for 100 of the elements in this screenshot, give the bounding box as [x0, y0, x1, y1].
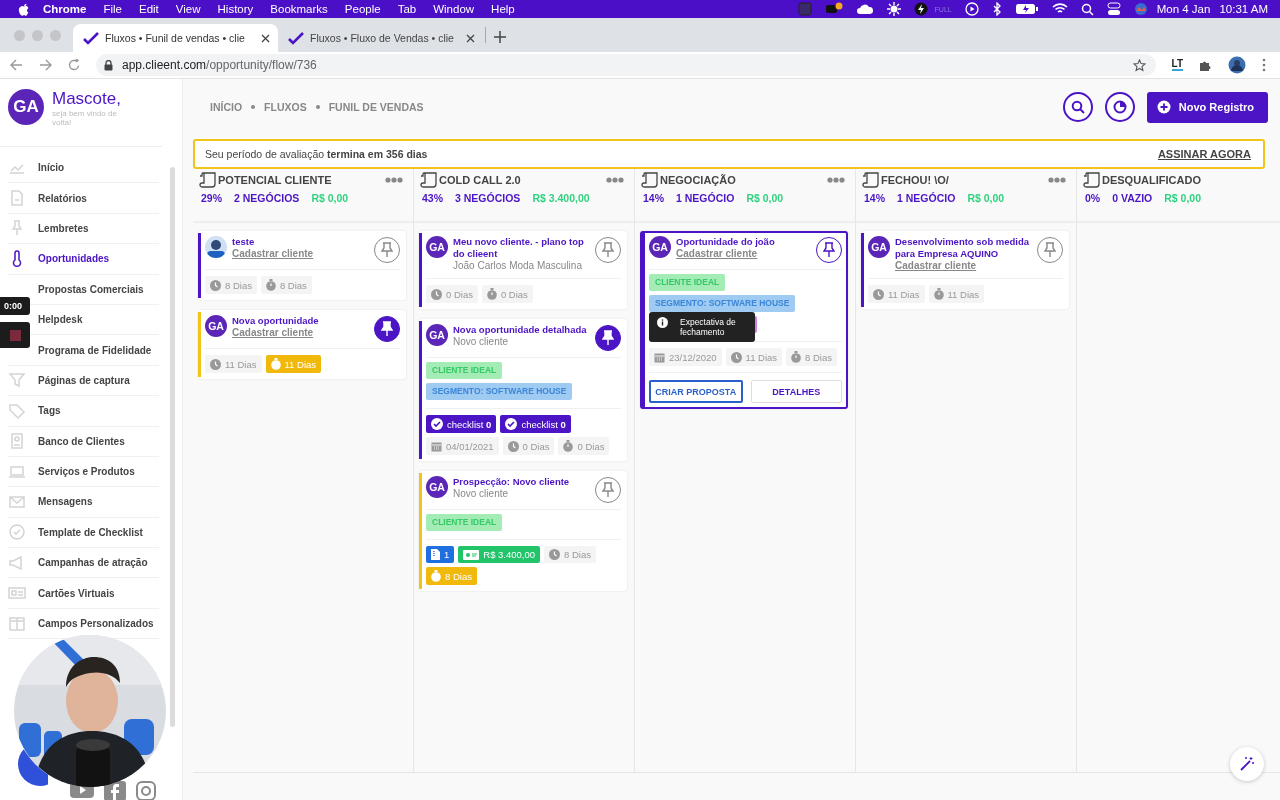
bolt-icon[interactable]: [913, 2, 928, 16]
menu-item[interactable]: Tab: [397, 3, 417, 15]
nav-item[interactable]: Oportunidades: [38, 253, 110, 265]
kebab-menu-icon[interactable]: [1262, 58, 1266, 72]
address-bar[interactable]: app.clieent.com/opportunity/flow/736: [96, 54, 1156, 76]
register-client-link[interactable]: Cadastrar cliente: [232, 248, 369, 260]
deal-card[interactable]: GA Nova oportunidade detalhada Novo cliente CLIENTE IDEAL SEGMENTO: SOFTWARE HOUSE checklist 0 checklist 0 04/01/2021 0 Dias 0 Dias: [419, 319, 627, 461]
new-record-button[interactable]: Novo Registro: [1146, 91, 1268, 123]
nav-item[interactable]: Páginas de captura: [38, 374, 130, 386]
new-tab-button[interactable]: [494, 31, 506, 43]
menu-item[interactable]: Window: [433, 3, 475, 15]
menu-item[interactable]: File: [103, 3, 122, 15]
register-client-link[interactable]: Cadastrar cliente: [676, 248, 811, 260]
deal-card[interactable]: GA Meu novo cliente. - plano top do clieent João Carlos Moda Masculina 0 Dias 0 Dias: [419, 231, 627, 309]
column-percent: 43%: [422, 192, 443, 204]
deal-title[interactable]: Nova oportunidade detalhada: [453, 324, 590, 336]
clock-icon: [873, 288, 884, 300]
deal-title[interactable]: Prospecção: Novo cliente: [453, 476, 590, 488]
client-avatar: GA: [426, 324, 448, 346]
nav-item[interactable]: Campanhas de atração: [38, 557, 148, 569]
extension-button[interactable]: LT: [1171, 59, 1183, 71]
clock-icon: [431, 288, 442, 300]
close-icon[interactable]: [466, 33, 475, 43]
nav-item[interactable]: Lembretes: [38, 222, 89, 234]
nav-item[interactable]: Tags: [38, 405, 61, 417]
close-icon[interactable]: [261, 33, 270, 43]
deal-count: 1 NEGÓCIO: [676, 192, 735, 204]
menu-item[interactable]: History: [217, 3, 254, 15]
cloud-icon[interactable]: [855, 2, 874, 16]
nav-item[interactable]: Banco de Clientes: [38, 435, 125, 447]
pin-icon: [602, 482, 614, 498]
subscribe-link[interactable]: ASSINAR AGORA: [1157, 148, 1251, 160]
forward-icon[interactable]: [39, 59, 52, 71]
more-button[interactable]: [827, 177, 845, 183]
apple-icon[interactable]: [18, 2, 30, 16]
bookmark-star-icon[interactable]: [1132, 58, 1146, 72]
deal-title[interactable]: Meu novo cliente. - plano top do clieent: [453, 236, 590, 260]
pin-button[interactable]: [374, 316, 400, 342]
deal-title[interactable]: Nova oportunidade: [232, 315, 369, 327]
deal-card[interactable]: GA Desenvolvimento sob medida para Empresa AQUINO Cadastrar cliente 11 Dias 11 Dias: [861, 231, 1069, 309]
pin-button[interactable]: [595, 325, 621, 351]
client-avatar: GA: [205, 315, 227, 337]
nav-item[interactable]: Campos Personalizados: [38, 618, 154, 630]
nav-item[interactable]: Mensagens: [38, 496, 93, 508]
menu-item[interactable]: Edit: [139, 3, 159, 15]
pie-chart-button[interactable]: [1104, 92, 1135, 122]
clock-icon: [549, 549, 561, 560]
nav-item[interactable]: Helpdesk: [38, 314, 83, 326]
nav-item[interactable]: Template de Checklist: [38, 526, 143, 538]
back-icon[interactable]: [10, 59, 23, 71]
more-button[interactable]: [1048, 177, 1066, 183]
deal-card[interactable]: teste Cadastrar cliente 8 Dias 8 Dias: [198, 231, 406, 300]
scrollbar[interactable]: [168, 79, 183, 800]
nav-item[interactable]: Serviços e Produtos: [38, 466, 135, 478]
timer-badge: 11 Dias: [265, 355, 322, 373]
nav-item[interactable]: Propostas Comerciais: [38, 283, 144, 295]
time-badge: 11 Dias: [868, 285, 925, 303]
menu-item[interactable]: Help: [491, 3, 515, 15]
nav-item[interactable]: Início: [38, 162, 65, 174]
browser-tab[interactable]: Fluxos • Fluxo de Vendas • clie: [278, 24, 483, 52]
app-menu[interactable]: Chrome: [43, 3, 87, 15]
deal-title[interactable]: teste: [232, 236, 369, 248]
play-icon[interactable]: [964, 2, 979, 16]
separator-dot: [315, 105, 320, 109]
camera-icon[interactable]: [136, 781, 156, 800]
timer-badge: 8 Dias: [260, 276, 312, 294]
nav-item[interactable]: Relatórios: [38, 192, 87, 204]
battery-icon[interactable]: [1014, 3, 1039, 15]
recording-timer: 0:00: [0, 297, 30, 315]
pin-button[interactable]: [816, 237, 842, 263]
deal-title[interactable]: Desenvolvimento sob medida para Empresa AQUINO: [895, 236, 1032, 260]
bluetooth-icon[interactable]: [991, 2, 1002, 16]
details-button[interactable]: DETALHES: [750, 380, 842, 403]
nav-item[interactable]: Programa de Fidelidade: [38, 344, 152, 356]
time-badge: 11 Dias: [725, 348, 783, 366]
funnel-icon: [8, 371, 26, 390]
search-icon[interactable]: [1080, 2, 1094, 16]
tag-chip: CLIENTE IDEAL: [426, 514, 503, 531]
nav-item[interactable]: Cartões Virtuais: [38, 587, 115, 599]
deal-title[interactable]: Oportunidade do joão: [676, 236, 811, 248]
magic-wand-button[interactable]: [1230, 747, 1264, 781]
menu-item[interactable]: People: [344, 3, 381, 15]
column-percent: 0%: [1085, 192, 1101, 204]
client-avatar: GA: [868, 236, 890, 258]
column-title: NEGOCIAÇÃO: [660, 174, 737, 186]
chat-icon[interactable]: [824, 2, 843, 16]
reload-icon[interactable]: [68, 59, 80, 71]
more-button[interactable]: [385, 177, 403, 183]
profile-avatar[interactable]: [1228, 56, 1246, 74]
browser-tab[interactable]: Fluxos • Funil de vendas • clie: [73, 24, 278, 52]
create-proposal-button[interactable]: CRIAR PROPOSTA: [649, 380, 743, 403]
register-client-link[interactable]: Cadastrar cliente: [895, 260, 1032, 272]
toggle-icon[interactable]: [1106, 2, 1121, 16]
sun-icon[interactable]: [886, 2, 901, 16]
menu-item[interactable]: Bookmarks: [270, 3, 328, 15]
register-client-link[interactable]: Cadastrar cliente: [232, 327, 369, 339]
wifi-icon[interactable]: [1051, 3, 1068, 15]
search-button[interactable]: [1062, 92, 1093, 122]
more-button[interactable]: [606, 177, 624, 183]
menu-item[interactable]: View: [175, 3, 201, 15]
